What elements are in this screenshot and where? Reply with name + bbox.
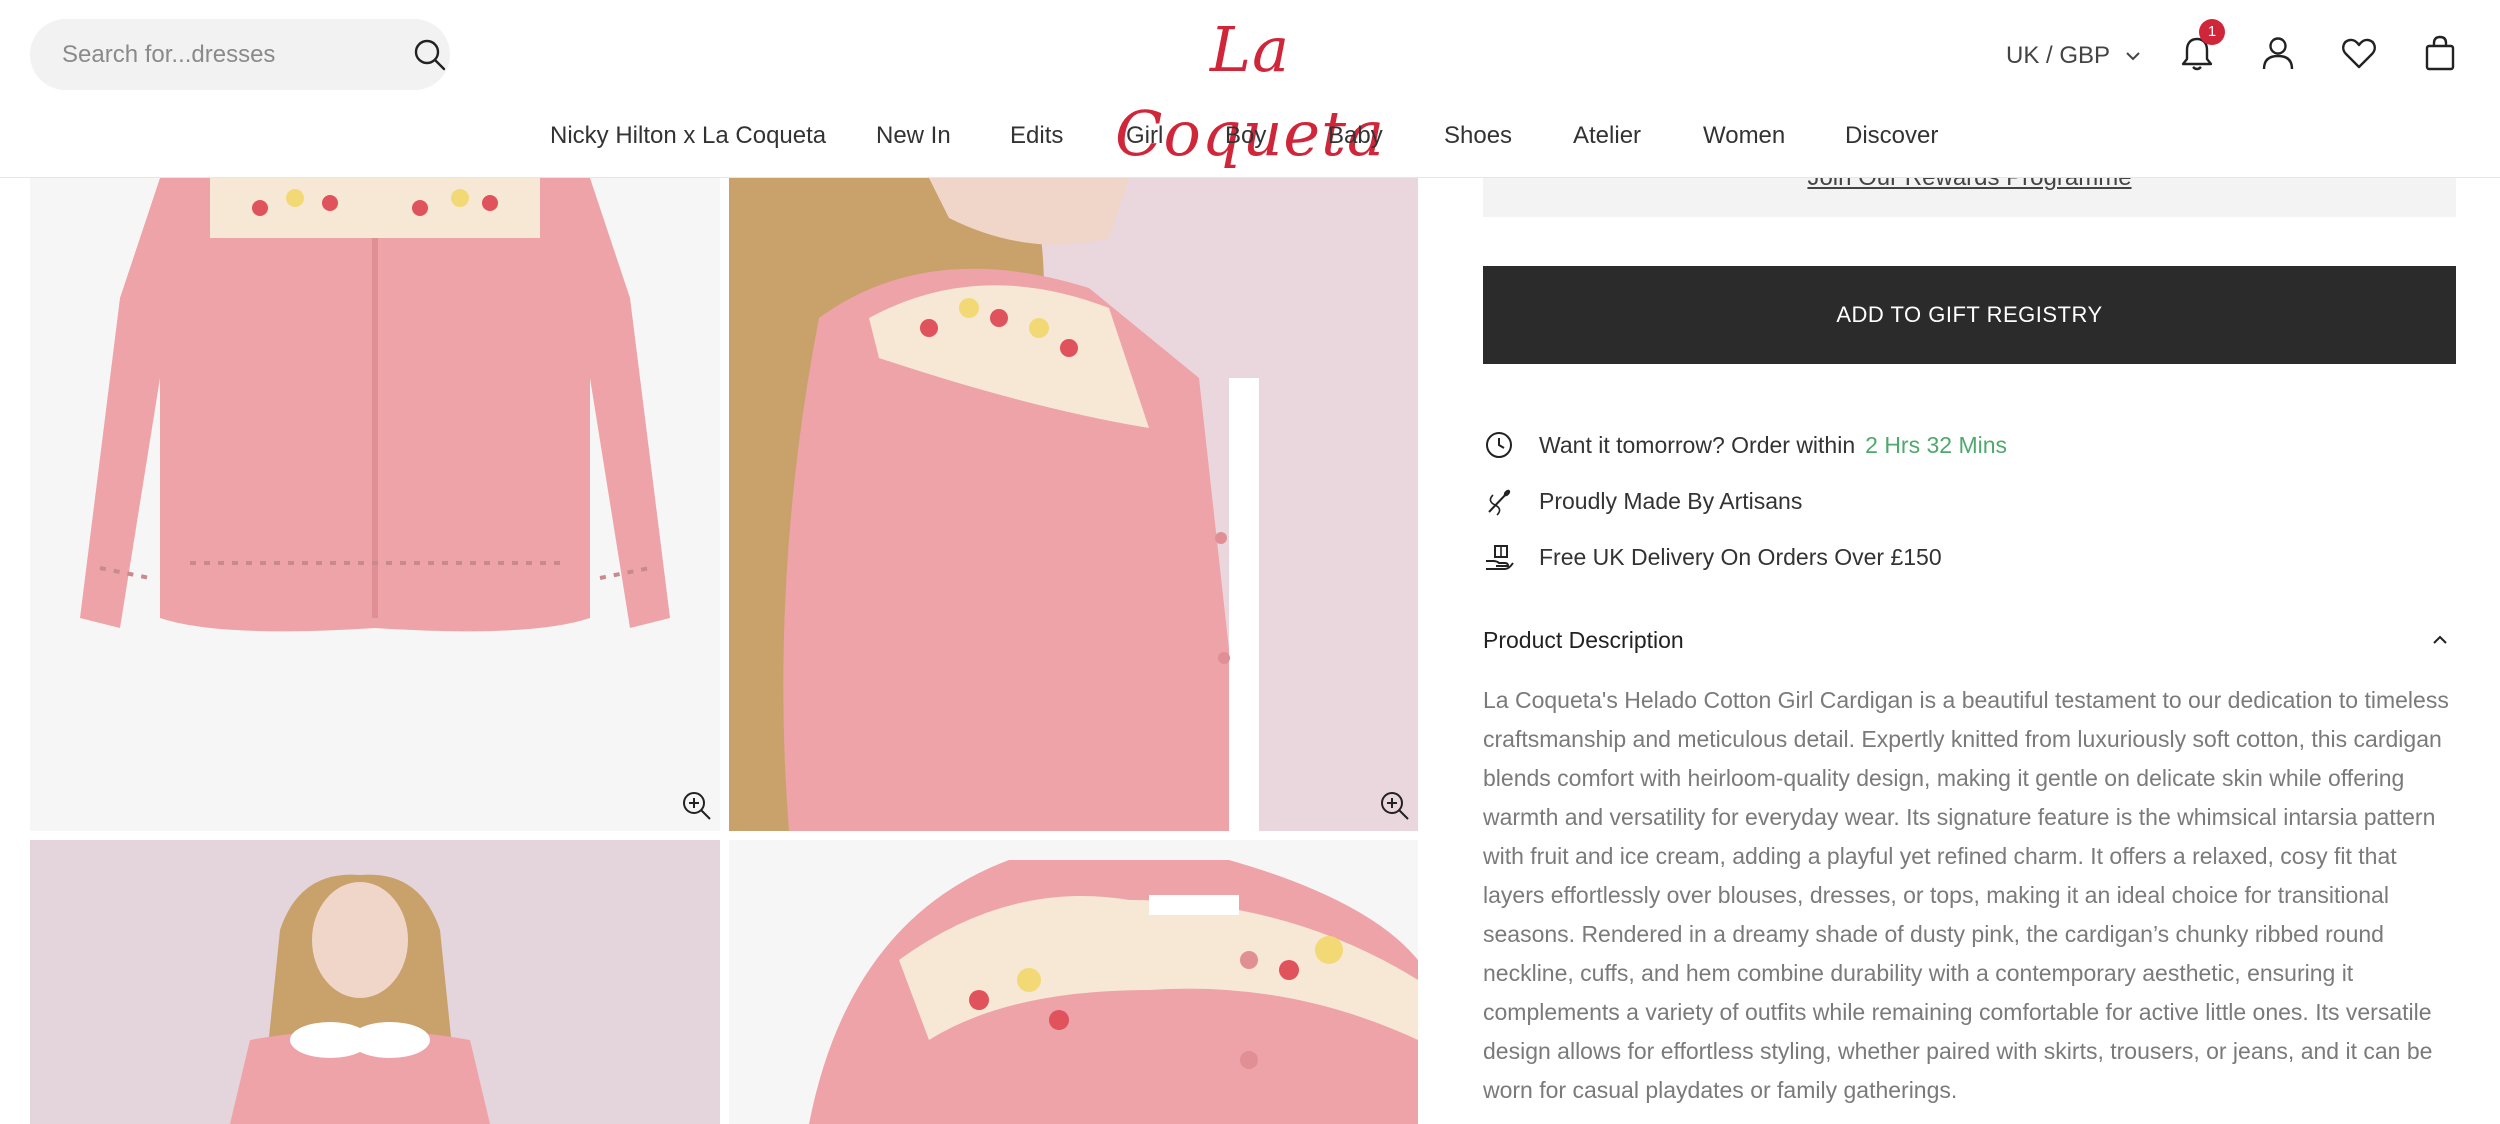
product-description-text: La Coqueta's Helado Cotton Girl Cardigan… <box>1483 687 2449 1103</box>
nav-item-edits[interactable]: Edits <box>1010 118 1063 154</box>
product-image-flat-lay[interactable] <box>30 178 720 831</box>
hand-parcel-icon <box>1486 545 1514 570</box>
delivery-countdown: 2 Hrs 32 Mins <box>1865 431 2008 458</box>
currency-label: UK / GBP <box>2006 42 2111 69</box>
free-delivery-text: Free UK Delivery On Orders Over £150 <box>1539 543 1942 570</box>
main-navigation: Nicky Hilton x La Coqueta New In Edits G… <box>0 118 2500 154</box>
model-front-illustration <box>230 874 490 1124</box>
model-side-illustration <box>729 178 1259 831</box>
nav-item-baby[interactable]: Baby <box>1328 118 1383 154</box>
nav-item-girl[interactable]: Girl <box>1126 118 1163 154</box>
delivery-countdown-row: Want it tomorrow? Order within 2 Hrs 32 … <box>1483 425 2007 465</box>
nav-item-women[interactable]: Women <box>1703 118 1785 154</box>
clock-icon <box>1486 432 1512 458</box>
free-delivery-row: Free UK Delivery On Orders Over £150 <box>1483 537 1942 577</box>
artisans-text: Proudly Made By Artisans <box>1539 487 1803 514</box>
search-input[interactable] <box>62 37 362 73</box>
product-image-detail[interactable] <box>729 840 1418 1124</box>
shopping-bag-icon[interactable] <box>2420 33 2460 73</box>
artisans-row: Proudly Made By Artisans <box>1483 481 1802 521</box>
chevron-down-icon <box>2126 52 2140 61</box>
cardigan-flat-illustration <box>80 178 670 632</box>
wishlist-heart-icon[interactable] <box>2339 33 2379 73</box>
description-title: Product Description <box>1483 626 1684 653</box>
site-logo[interactable]: La Coqueta <box>1105 8 1395 170</box>
nav-item-shoes[interactable]: Shoes <box>1444 118 1512 154</box>
nav-item-discover[interactable]: Discover <box>1845 118 1938 154</box>
cardigan-detail-illustration <box>809 860 1418 1124</box>
nav-item-boy[interactable]: Boy <box>1225 118 1266 154</box>
needle-thread-icon <box>1488 489 1511 516</box>
search-bar[interactable] <box>30 19 450 90</box>
product-image-side-model[interactable] <box>729 178 1418 831</box>
nav-item-new-in[interactable]: New In <box>876 118 951 154</box>
product-description-toggle[interactable]: Product Description <box>1483 622 2456 658</box>
rewards-banner: Join Our Rewards Programme <box>1483 166 2456 217</box>
chevron-up-icon[interactable] <box>2430 630 2450 650</box>
add-to-gift-registry-button[interactable]: ADD TO GIFT REGISTRY <box>1483 266 2456 364</box>
account-icon[interactable] <box>2258 33 2298 73</box>
site-header: La Coqueta UK / GBP 1 Nicky Hilton x La … <box>0 0 2500 178</box>
nav-item-atelier[interactable]: Atelier <box>1573 118 1641 154</box>
zoom-in-icon[interactable] <box>1379 790 1411 822</box>
product-image-front-model[interactable] <box>30 840 720 1124</box>
nav-item-nicky-hilton[interactable]: Nicky Hilton x La Coqueta <box>550 118 826 154</box>
currency-selector[interactable]: UK / GBP <box>2006 38 2142 74</box>
search-icon[interactable] <box>412 37 448 73</box>
notification-badge: 1 <box>2199 19 2225 45</box>
zoom-in-icon[interactable] <box>681 790 713 822</box>
delivery-prefix-text: Want it tomorrow? Order within <box>1539 431 1856 458</box>
